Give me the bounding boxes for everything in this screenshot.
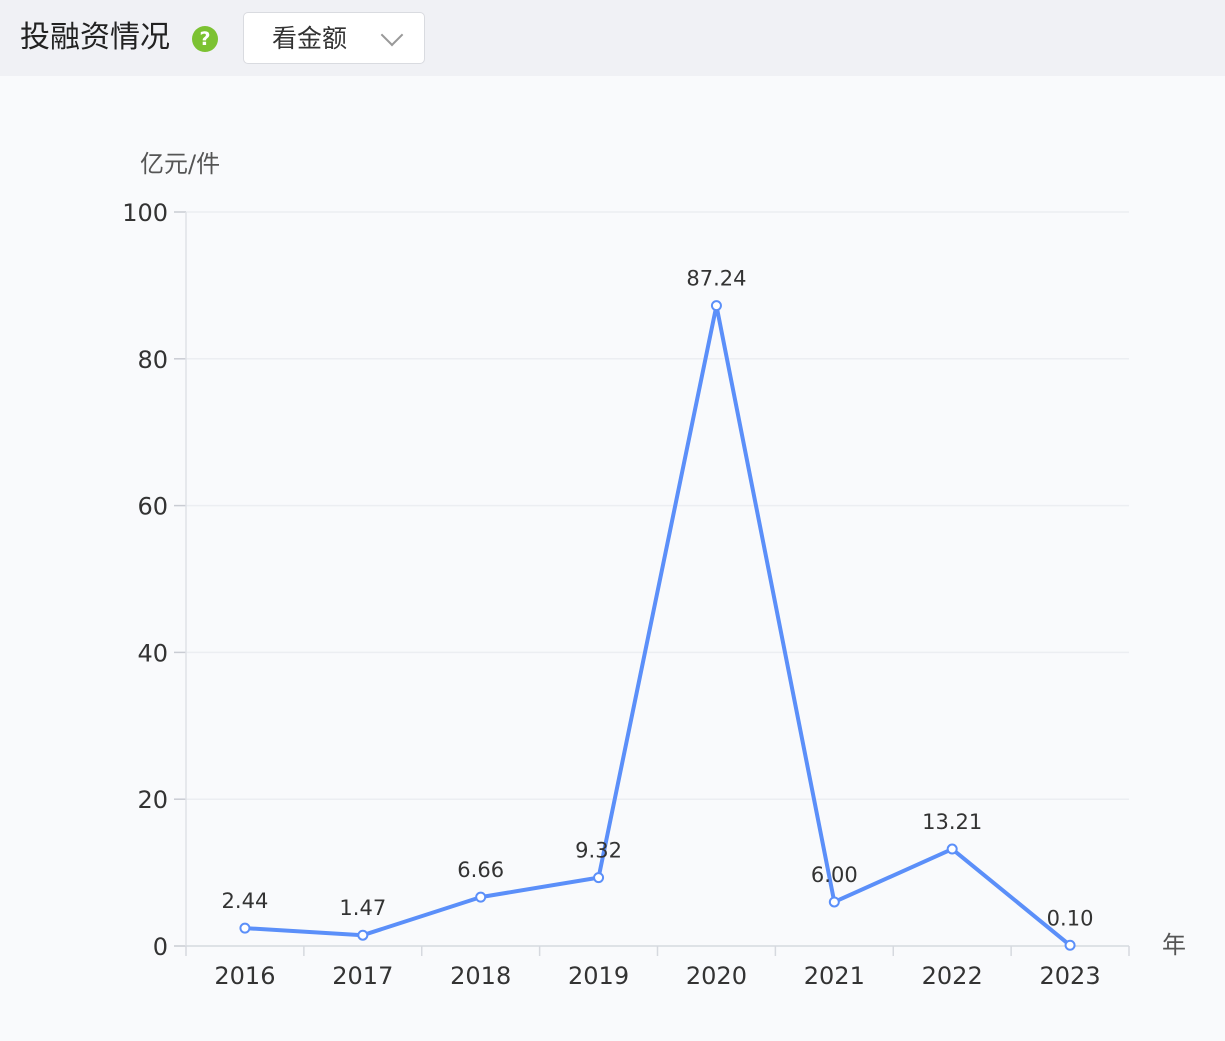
x-tick-label: 2019 xyxy=(568,962,629,990)
data-label: 6.00 xyxy=(811,863,858,887)
series-line xyxy=(244,303,1072,947)
series-layer: 2.44 1.47 6.66 9.32 87.24 6.00 13.21 0.10 xyxy=(222,267,1094,951)
data-point xyxy=(828,896,840,908)
y-tick-label: 0 xyxy=(153,933,168,961)
x-tick-label: 2020 xyxy=(686,962,747,990)
data-label: 0.10 xyxy=(1047,906,1094,930)
y-tick-label: 40 xyxy=(137,639,168,667)
x-tick-label: 2021 xyxy=(804,962,865,990)
data-label: 6.66 xyxy=(457,858,504,882)
page-title: 投融资情况 xyxy=(20,20,170,55)
y-tick-label: 100 xyxy=(122,199,168,227)
dropdown-selected-label: 看金额 xyxy=(272,24,348,53)
line-chart: 0 20 40 60 80 100 2016 2017 2018 2019 2020 2021 2022… xyxy=(122,150,1186,990)
x-tick-label: 2022 xyxy=(922,962,983,990)
x-tick-label: 2016 xyxy=(214,962,275,990)
x-tick-label: 2017 xyxy=(332,962,393,990)
y-axis-unit-label: 亿元/件 xyxy=(140,150,220,178)
y-tick-label: 80 xyxy=(137,346,168,374)
x-axis-unit-label: 年 xyxy=(1162,931,1186,959)
data-point xyxy=(593,872,605,884)
help-icon[interactable]: ? xyxy=(192,26,218,52)
x-tick-label: 2018 xyxy=(450,962,511,990)
chevron-down-icon xyxy=(380,23,404,47)
data-label: 9.32 xyxy=(575,839,622,863)
data-label: 1.47 xyxy=(339,896,386,920)
x-tick-label: 2023 xyxy=(1040,962,1101,990)
data-point xyxy=(946,843,958,855)
data-label: 2.44 xyxy=(222,889,269,913)
y-tick-label: 20 xyxy=(137,786,168,814)
header-bar: 投融资情况 ? 看金额 xyxy=(0,0,1225,76)
data-point xyxy=(1064,939,1076,951)
data-point xyxy=(710,300,722,312)
data-point xyxy=(475,891,487,903)
data-point xyxy=(357,929,369,941)
y-tick-label: 60 xyxy=(137,493,168,521)
grid-layer xyxy=(186,211,1129,800)
data-point xyxy=(239,922,251,934)
data-label: 13.21 xyxy=(922,810,982,834)
data-label: 87.24 xyxy=(686,267,746,291)
metric-dropdown[interactable]: 看金额 xyxy=(243,12,425,64)
